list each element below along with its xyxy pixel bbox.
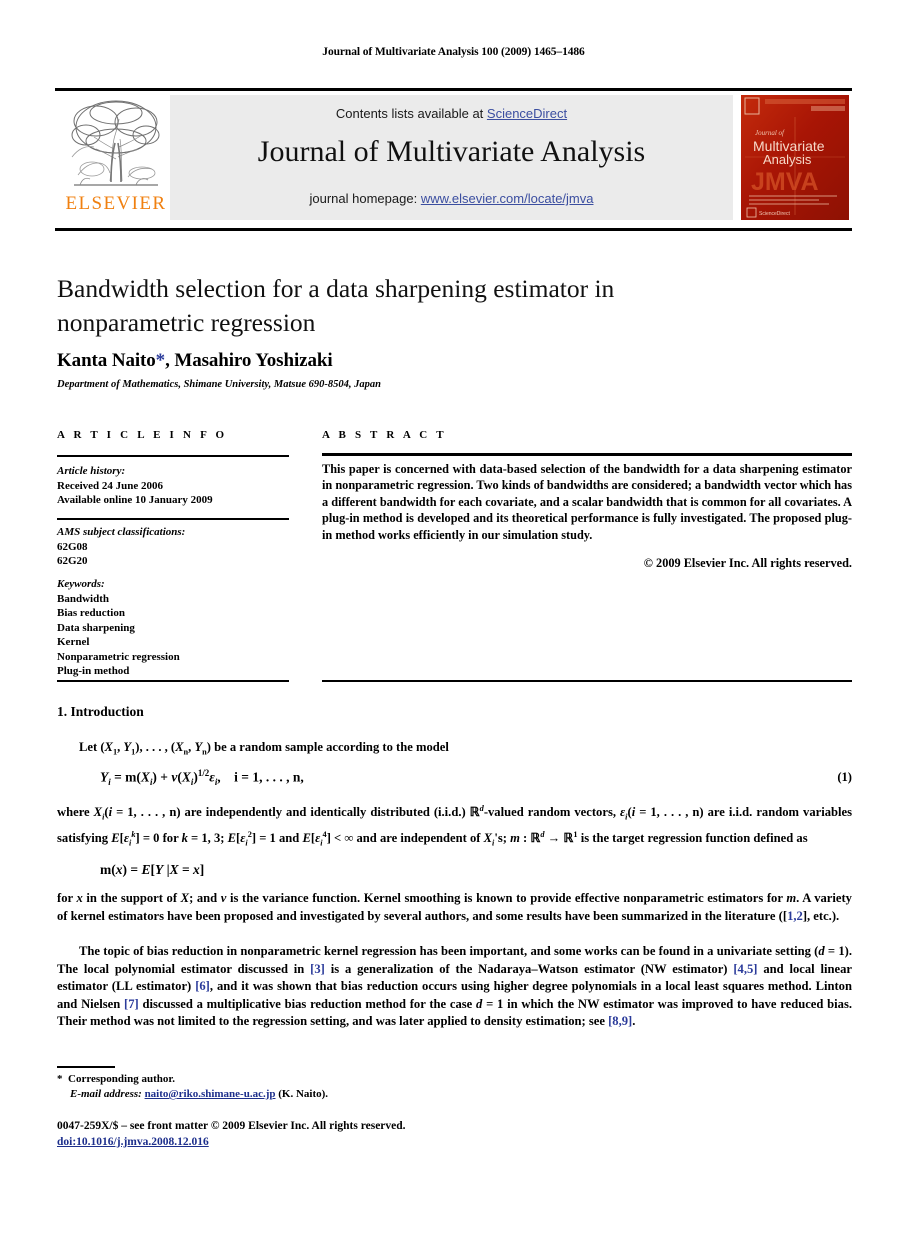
intro-paragraph-3: for x in the support of X; and v is the … xyxy=(57,891,852,923)
ams-classifications-block: AMS subject classifications: 62G08 62G20 xyxy=(57,525,289,569)
running-head: Journal of Multivariate Analysis 100 (20… xyxy=(322,46,585,58)
elsevier-wordmark: ELSEVIER xyxy=(65,193,167,214)
article-info-heading: A R T I C L E I N F O xyxy=(57,429,228,441)
journal-title: Journal of Multivariate Analysis xyxy=(257,135,646,168)
email-owner: (K. Naito). xyxy=(278,1088,329,1100)
masthead-top-rule xyxy=(55,88,852,91)
citation-link[interactable]: [6] xyxy=(195,979,210,993)
equation-1-number: (1) xyxy=(837,770,852,784)
abstract-copyright: © 2009 Elsevier Inc. All rights reserved… xyxy=(643,556,852,570)
svg-text:JMVA: JMVA xyxy=(751,168,819,196)
equation-m-definition: m(x) = E[Y |X = x] xyxy=(100,862,205,877)
journal-homepage-link[interactable]: www.elsevier.com/locate/jmva xyxy=(421,191,594,206)
citation-link[interactable]: [7] xyxy=(124,997,139,1011)
citation-link[interactable]: [4,5] xyxy=(733,962,757,976)
elsevier-tree-icon xyxy=(66,97,166,193)
sciencedirect-banner: Contents lists available at ScienceDirec… xyxy=(170,95,733,220)
journal-homepage-line: journal homepage: www.elsevier.com/locat… xyxy=(170,191,733,206)
front-matter-line: 0047-259X/$ – see front matter © 2009 El… xyxy=(57,1120,406,1132)
keyword-item: Bandwidth xyxy=(57,592,109,605)
footnote-block: * Corresponding author. E-mail address: … xyxy=(57,1072,557,1102)
ams-code-2: 62G20 xyxy=(57,555,88,567)
svg-text:Journal of: Journal of xyxy=(755,129,785,137)
svg-text:Analysis: Analysis xyxy=(763,152,812,167)
paper-page: Journal of Multivariate Analysis 100 (20… xyxy=(0,0,907,1238)
abstract-text: This paper is concerned with data-based … xyxy=(322,462,852,542)
section-title-introduction: 1. Introduction xyxy=(57,704,144,719)
equation-1: Yi = m(Xi) + v(Xi)1/2εi, i = 1, . . . , … xyxy=(100,768,304,788)
homepage-prefix: journal homepage: xyxy=(309,191,421,206)
corresponding-author-note: * Corresponding author. xyxy=(57,1072,557,1087)
doi-link[interactable]: doi:10.1016/j.jmva.2008.12.016 xyxy=(57,1136,209,1148)
journal-masthead: ELSEVIER Contents lists available at Sci… xyxy=(55,95,852,223)
elsevier-logo: ELSEVIER xyxy=(60,97,170,221)
sciencedirect-link[interactable]: ScienceDirect xyxy=(487,106,567,121)
abstract-rule xyxy=(322,453,852,456)
author-list: Kanta Naito*, Masahiro Yoshizaki xyxy=(57,350,757,372)
article-history-block: Article history: Received 24 June 2006 A… xyxy=(57,464,289,508)
keyword-item: Nonparametric regression xyxy=(57,650,180,663)
author-primary: Kanta Naito xyxy=(57,350,156,371)
citation-link[interactable]: [3] xyxy=(310,962,325,976)
masthead-bottom-rule xyxy=(55,228,852,231)
front-matter-block: 0047-259X/$ – see front matter © 2009 El… xyxy=(57,1119,657,1150)
email-note: E-mail address: naito@riko.shimane-u.ac.… xyxy=(57,1087,557,1102)
abstract-heading: A B S T R A C T xyxy=(322,429,447,441)
keyword-item: Plug-in method xyxy=(57,665,130,677)
journal-cover-thumbnail: Journal of Multivariate Analysis JMVA Sc… xyxy=(741,95,849,220)
author-secondary: , Masahiro Yoshizaki xyxy=(165,350,333,371)
keywords-block: Keywords: Bandwidth Bias reduction Data … xyxy=(57,577,289,679)
article-info-rule xyxy=(57,455,289,457)
article-info-rule-2 xyxy=(57,518,289,520)
intro-paragraph-4: The topic of bias reduction in nonparame… xyxy=(57,944,852,1029)
email-link[interactable]: naito@riko.shimane-u.ac.jp xyxy=(145,1088,276,1100)
article-info-rule-3 xyxy=(57,680,289,682)
contents-lists-prefix: Contents lists available at xyxy=(335,106,487,121)
ams-label: AMS subject classifications: xyxy=(57,526,186,538)
keyword-item: Kernel xyxy=(57,636,90,648)
article-history-label: Article history: xyxy=(57,465,126,477)
svg-text:ScienceDirect: ScienceDirect xyxy=(759,211,790,217)
corresponding-marker: * xyxy=(57,1073,63,1085)
article-history-online: Available online 10 January 2009 xyxy=(57,494,213,506)
ams-code-1: 62G08 xyxy=(57,540,88,553)
article-history-received: Received 24 June 2006 xyxy=(57,479,164,492)
keyword-item: Data sharpening xyxy=(57,621,135,634)
citation-link[interactable]: [8,9] xyxy=(608,1014,632,1028)
footnote-rule xyxy=(57,1066,115,1068)
author-affiliation: Department of Mathematics, Shimane Unive… xyxy=(57,379,381,390)
contents-lists-line: Contents lists available at ScienceDirec… xyxy=(170,106,733,121)
page-title: Bandwidth selection for a data sharpenin… xyxy=(57,274,615,337)
corresponding-text: Corresponding author. xyxy=(68,1073,175,1085)
intro-paragraph-1: Let (X1, Y1), . . . , (Xn, Yn) be a rand… xyxy=(79,740,449,757)
corresponding-author-marker: * xyxy=(155,350,166,371)
citation-link[interactable]: 1,2 xyxy=(787,909,803,923)
intro-paragraph-2: where Xi(i = 1, . . . , n) are independe… xyxy=(57,804,852,848)
email-label: E-mail address: xyxy=(70,1088,142,1100)
keyword-item: Bias reduction xyxy=(57,607,125,619)
keywords-label: Keywords: xyxy=(57,578,105,590)
abstract-bottom-rule xyxy=(322,680,852,682)
